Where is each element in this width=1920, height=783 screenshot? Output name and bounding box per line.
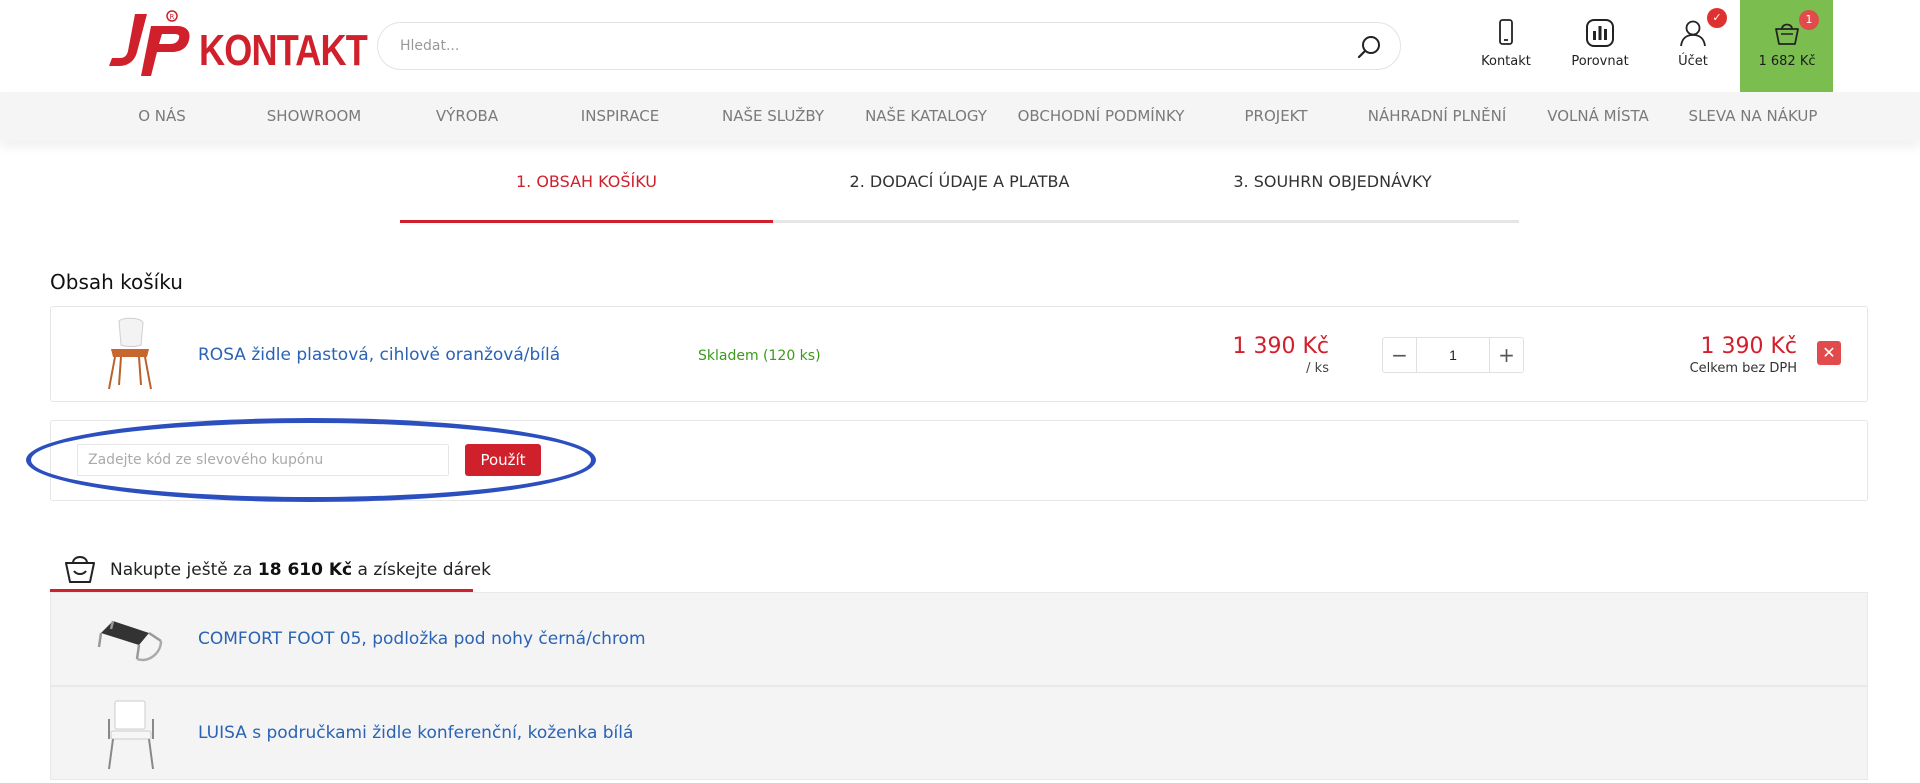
unit-price: 1 390 Kč / ks xyxy=(1233,334,1330,376)
account-status-badge: ✓ xyxy=(1707,8,1727,28)
quantity-input[interactable] xyxy=(1417,338,1489,372)
search-bar xyxy=(377,22,1401,70)
gift-amount: 18 610 Kč xyxy=(257,560,353,580)
product-name-link[interactable]: ROSA židle plastová, cihlově oranžová/bí… xyxy=(198,345,560,365)
line-total: 1 390 Kč Celkem bez DPH xyxy=(1690,334,1797,376)
nav-item-sleva-na-nakup[interactable]: SLEVA NA NÁKUP xyxy=(1689,92,1818,141)
cart-summary: 1 682 Kč 1 xyxy=(1747,10,1827,69)
gift-item-row: LUISA s područkami židle konferenční, ko… xyxy=(50,686,1868,780)
contact-link[interactable]: Kontakt xyxy=(1466,18,1546,69)
cart-title: Obsah košíku xyxy=(50,270,183,294)
coupon-code-input[interactable] xyxy=(77,444,449,476)
search-icon[interactable] xyxy=(1356,34,1382,60)
line-total-value: 1 390 Kč xyxy=(1700,334,1798,359)
cart-count-badge: 1 xyxy=(1799,10,1819,30)
apply-coupon-button[interactable]: Použít xyxy=(465,444,541,476)
phone-icon xyxy=(1499,19,1513,45)
checkout-steps: 1. OBSAH KOŠÍKU 2. DODACÍ ÚDAJE A PLATBA… xyxy=(400,160,1519,224)
nav-item-volna-mista[interactable]: VOLNÁ MÍSTA xyxy=(1547,92,1649,141)
nav-item-vyroba[interactable]: VÝROBA xyxy=(436,92,498,141)
step-progress-track xyxy=(773,220,1519,223)
account-link[interactable]: Účet ✓ xyxy=(1653,8,1733,69)
nav-item-nase-sluzby[interactable]: NAŠE SLUŽBY xyxy=(722,92,824,141)
gift-text-before: Nakupte ještě za xyxy=(110,560,253,580)
nav-item-inspirace[interactable]: INSPIRACE xyxy=(581,92,659,141)
remove-item-button[interactable]: ✕ xyxy=(1817,341,1841,365)
unit-price-suffix: / ks xyxy=(1306,361,1329,376)
bar-chart-icon xyxy=(1586,19,1614,47)
compare-link[interactable]: Porovnat xyxy=(1560,18,1640,69)
jp-logo-mark-icon: R xyxy=(109,10,190,76)
cart-item-row: ROSA židle plastová, cihlově oranžová/bí… xyxy=(50,306,1868,402)
nav-item-nahradni-plneni[interactable]: NÁHRADNÍ PLNĚNÍ xyxy=(1368,92,1507,141)
gift-threshold-text: Nakupte ještě za 18 610 Kč a získejte dá… xyxy=(110,560,491,580)
quantity-decrease-button[interactable]: − xyxy=(1383,338,1417,372)
step-order-summary[interactable]: 3. SOUHRN OBJEDNÁVKY xyxy=(1146,172,1519,191)
main-nav: O NÁS SHOWROOM VÝROBA INSPIRACE NAŠE SLU… xyxy=(0,92,1920,141)
nav-item-showroom[interactable]: SHOWROOM xyxy=(267,92,361,141)
contact-label: Kontakt xyxy=(1481,54,1531,69)
site-header: R KONTAKT Kontakt Porovnat Účet xyxy=(0,0,1920,92)
line-total-note: Celkem bez DPH xyxy=(1689,361,1797,376)
search-input[interactable] xyxy=(400,23,1320,69)
user-icon xyxy=(1680,20,1706,47)
kontakt-logo[interactable]: R KONTAKT xyxy=(107,8,368,86)
svg-text:R: R xyxy=(170,13,175,21)
quantity-stepper: − + xyxy=(1382,337,1524,373)
product-image-comfort-foot[interactable] xyxy=(91,603,171,677)
product-image-luisa-chair[interactable] xyxy=(91,697,171,771)
close-icon: ✕ xyxy=(1822,343,1836,362)
stock-status: Skladem (120 ks) xyxy=(698,348,821,364)
coupon-section: Použít xyxy=(50,420,1868,501)
nav-item-o-nas[interactable]: O NÁS xyxy=(138,92,186,141)
step-delivery-payment[interactable]: 2. DODACÍ ÚDAJE A PLATBA xyxy=(773,172,1146,191)
compare-label: Porovnat xyxy=(1571,54,1629,69)
quantity-increase-button[interactable]: + xyxy=(1489,338,1523,372)
gift-threshold-header: Nakupte ještě za 18 610 Kč a získejte dá… xyxy=(50,548,491,592)
nav-item-obchodni-podminky[interactable]: OBCHODNÍ PODMÍNKY xyxy=(1018,92,1185,141)
account-label: Účet xyxy=(1678,54,1708,69)
cart-total: 1 682 Kč xyxy=(1758,54,1816,69)
nav-item-projekt[interactable]: PROJEKT xyxy=(1244,92,1307,141)
gift-list: COMFORT FOOT 05, podložka pod nohy černá… xyxy=(50,592,1868,783)
nav-item-nase-katalogy[interactable]: NAŠE KATALOGY xyxy=(865,92,987,141)
step-cart-contents[interactable]: 1. OBSAH KOŠÍKU xyxy=(400,172,773,191)
gift-item-row: COMFORT FOOT 05, podložka pod nohy černá… xyxy=(50,592,1868,686)
step-progress-active xyxy=(400,220,773,223)
unit-price-value: 1 390 Kč xyxy=(1232,334,1330,359)
basket-icon xyxy=(1775,23,1799,45)
gift-text-after: a získejte dárek xyxy=(357,560,491,580)
product-image-rosa-chair[interactable] xyxy=(97,315,161,393)
logo-wordmark: KONTAKT xyxy=(199,26,368,75)
basket-icon xyxy=(65,556,95,583)
gift-product-name-link[interactable]: LUISA s područkami židle konferenční, ko… xyxy=(198,723,633,743)
cart-button[interactable]: 1 682 Kč 1 xyxy=(1740,0,1833,92)
gift-product-name-link[interactable]: COMFORT FOOT 05, podložka pod nohy černá… xyxy=(198,629,646,649)
